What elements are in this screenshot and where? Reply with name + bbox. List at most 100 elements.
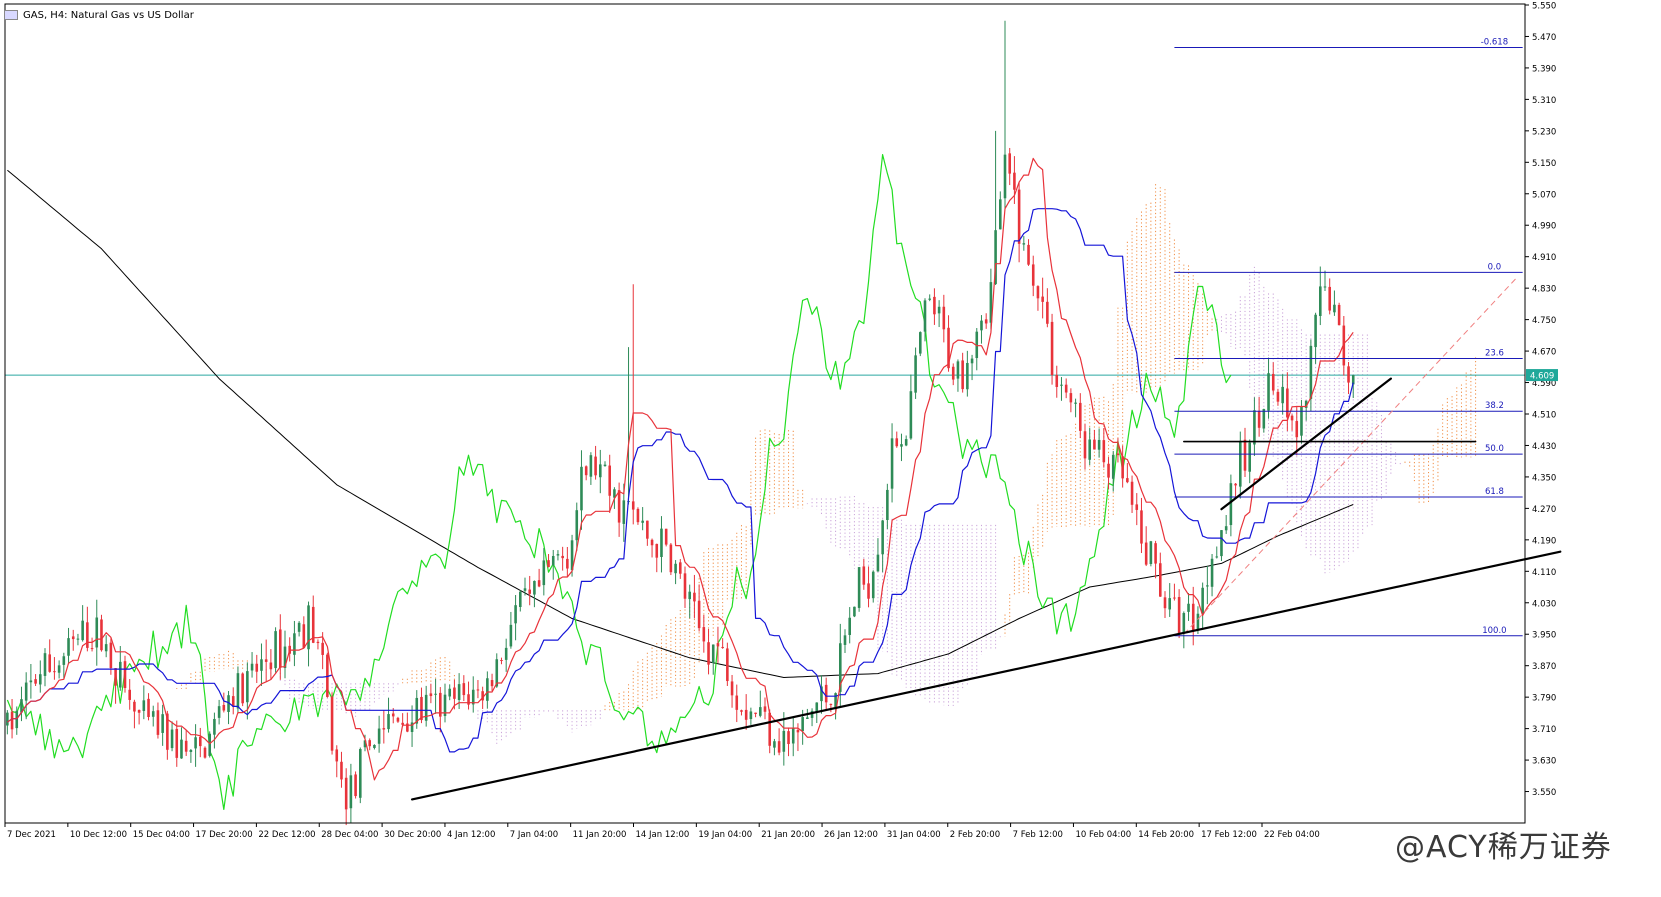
candle-body bbox=[956, 361, 960, 379]
y-tick-label: 4.910 bbox=[1532, 253, 1556, 263]
candle-body bbox=[1126, 478, 1129, 483]
candle-body bbox=[15, 710, 19, 729]
candle-body bbox=[396, 717, 400, 722]
candle-body bbox=[10, 711, 14, 730]
x-tick-label: 22 Feb 04:00 bbox=[1264, 830, 1320, 840]
y-tick-label: 5.470 bbox=[1532, 33, 1556, 43]
candle-body bbox=[457, 684, 461, 700]
candle-body bbox=[208, 733, 211, 756]
candle-body bbox=[1243, 439, 1247, 471]
candle-body bbox=[71, 636, 75, 640]
candle-body bbox=[542, 560, 546, 586]
candle-body bbox=[1168, 598, 1171, 610]
candle-body bbox=[34, 679, 37, 684]
candle-body bbox=[862, 566, 866, 585]
candle-body bbox=[180, 739, 183, 759]
candle-body bbox=[881, 520, 884, 555]
candle-body bbox=[81, 620, 84, 641]
candle-body bbox=[514, 605, 517, 624]
candle-body bbox=[1050, 321, 1054, 375]
x-tick-label: 7 Dec 2021 bbox=[7, 830, 56, 840]
candle-body bbox=[39, 674, 42, 685]
candle-body bbox=[566, 558, 569, 569]
candle-body bbox=[1069, 393, 1073, 403]
candle-body bbox=[1177, 597, 1181, 634]
chart-window-icon[interactable] bbox=[4, 10, 18, 20]
candle-body bbox=[1257, 410, 1261, 428]
y-tick-label: 5.230 bbox=[1532, 127, 1556, 137]
candle-body bbox=[1295, 421, 1299, 438]
candle-body bbox=[260, 659, 263, 671]
candle-body bbox=[1041, 296, 1044, 302]
candle-body bbox=[6, 712, 9, 726]
candle-body bbox=[707, 642, 710, 665]
candle-body bbox=[500, 660, 503, 662]
candle-body bbox=[1262, 409, 1266, 429]
candle-body bbox=[222, 704, 226, 711]
candle-body bbox=[1276, 391, 1280, 402]
candle-body bbox=[109, 642, 113, 669]
candle-body bbox=[1036, 286, 1040, 299]
candle-body bbox=[236, 673, 240, 709]
y-tick-label: 4.430 bbox=[1532, 442, 1556, 452]
x-tick-label: 15 Dec 04:00 bbox=[133, 830, 190, 840]
candle-body bbox=[622, 500, 626, 524]
candle-body bbox=[340, 761, 343, 780]
candle-body bbox=[942, 306, 946, 330]
candle-body bbox=[561, 555, 564, 559]
candle-body bbox=[1267, 373, 1270, 411]
candle-body bbox=[895, 438, 899, 447]
fib-level-label: 38.2 bbox=[1485, 401, 1504, 411]
y-tick-label: 4.670 bbox=[1532, 348, 1556, 358]
candle-body bbox=[693, 592, 696, 602]
candle-body bbox=[679, 562, 682, 574]
candle-body bbox=[777, 741, 781, 753]
candle-body bbox=[76, 638, 80, 640]
candle-body bbox=[608, 465, 611, 496]
candle-body bbox=[43, 653, 47, 676]
candle-body bbox=[669, 544, 673, 573]
price-chart[interactable]: -0.618 0.0 23.6 38.2 50.0 61.8 100.0 5.550 5.47… bbox=[0, 0, 1661, 893]
candle-body bbox=[1159, 563, 1162, 597]
candle-body bbox=[1309, 345, 1313, 399]
candle-body bbox=[114, 668, 117, 686]
candle-body bbox=[782, 730, 786, 752]
candle-body bbox=[373, 744, 376, 748]
candle-body bbox=[735, 695, 739, 710]
x-tick-label: 14 Feb 20:00 bbox=[1138, 830, 1194, 840]
candle-body bbox=[646, 520, 649, 539]
x-tick-label: 21 Jan 20:00 bbox=[761, 830, 815, 840]
candle-body bbox=[184, 740, 188, 752]
candle-body bbox=[274, 631, 277, 669]
candle-body bbox=[213, 718, 216, 735]
y-tick-label: 4.030 bbox=[1532, 599, 1556, 609]
candle-body bbox=[537, 580, 541, 587]
candle-body bbox=[890, 438, 894, 489]
candle-body bbox=[1102, 440, 1106, 463]
candle-body bbox=[1097, 439, 1101, 450]
candle-body bbox=[791, 728, 795, 744]
candle-body bbox=[429, 693, 433, 697]
candle-body bbox=[1300, 406, 1303, 436]
x-tick-label: 7 Feb 12:00 bbox=[1013, 830, 1063, 840]
candle-body bbox=[133, 701, 136, 712]
candle-body bbox=[29, 680, 33, 683]
x-tick-label: 28 Dec 04:00 bbox=[321, 830, 378, 840]
candle-body bbox=[104, 644, 108, 652]
candle-body bbox=[763, 706, 767, 712]
candle-body bbox=[999, 199, 1002, 230]
candle-body bbox=[919, 332, 922, 354]
candle-body bbox=[321, 642, 324, 655]
candle-body bbox=[951, 366, 955, 380]
y-tick-label: 4.830 bbox=[1532, 285, 1556, 295]
candle-body bbox=[1163, 597, 1167, 609]
candle-body bbox=[594, 456, 597, 476]
candle-body bbox=[1149, 541, 1153, 564]
candle-body bbox=[100, 619, 103, 651]
candle-body bbox=[1008, 153, 1011, 174]
candle-body bbox=[1013, 172, 1016, 190]
candle-body bbox=[1144, 542, 1148, 565]
candle-body bbox=[923, 300, 927, 332]
candle-body bbox=[123, 661, 127, 688]
candle-body bbox=[297, 622, 301, 632]
